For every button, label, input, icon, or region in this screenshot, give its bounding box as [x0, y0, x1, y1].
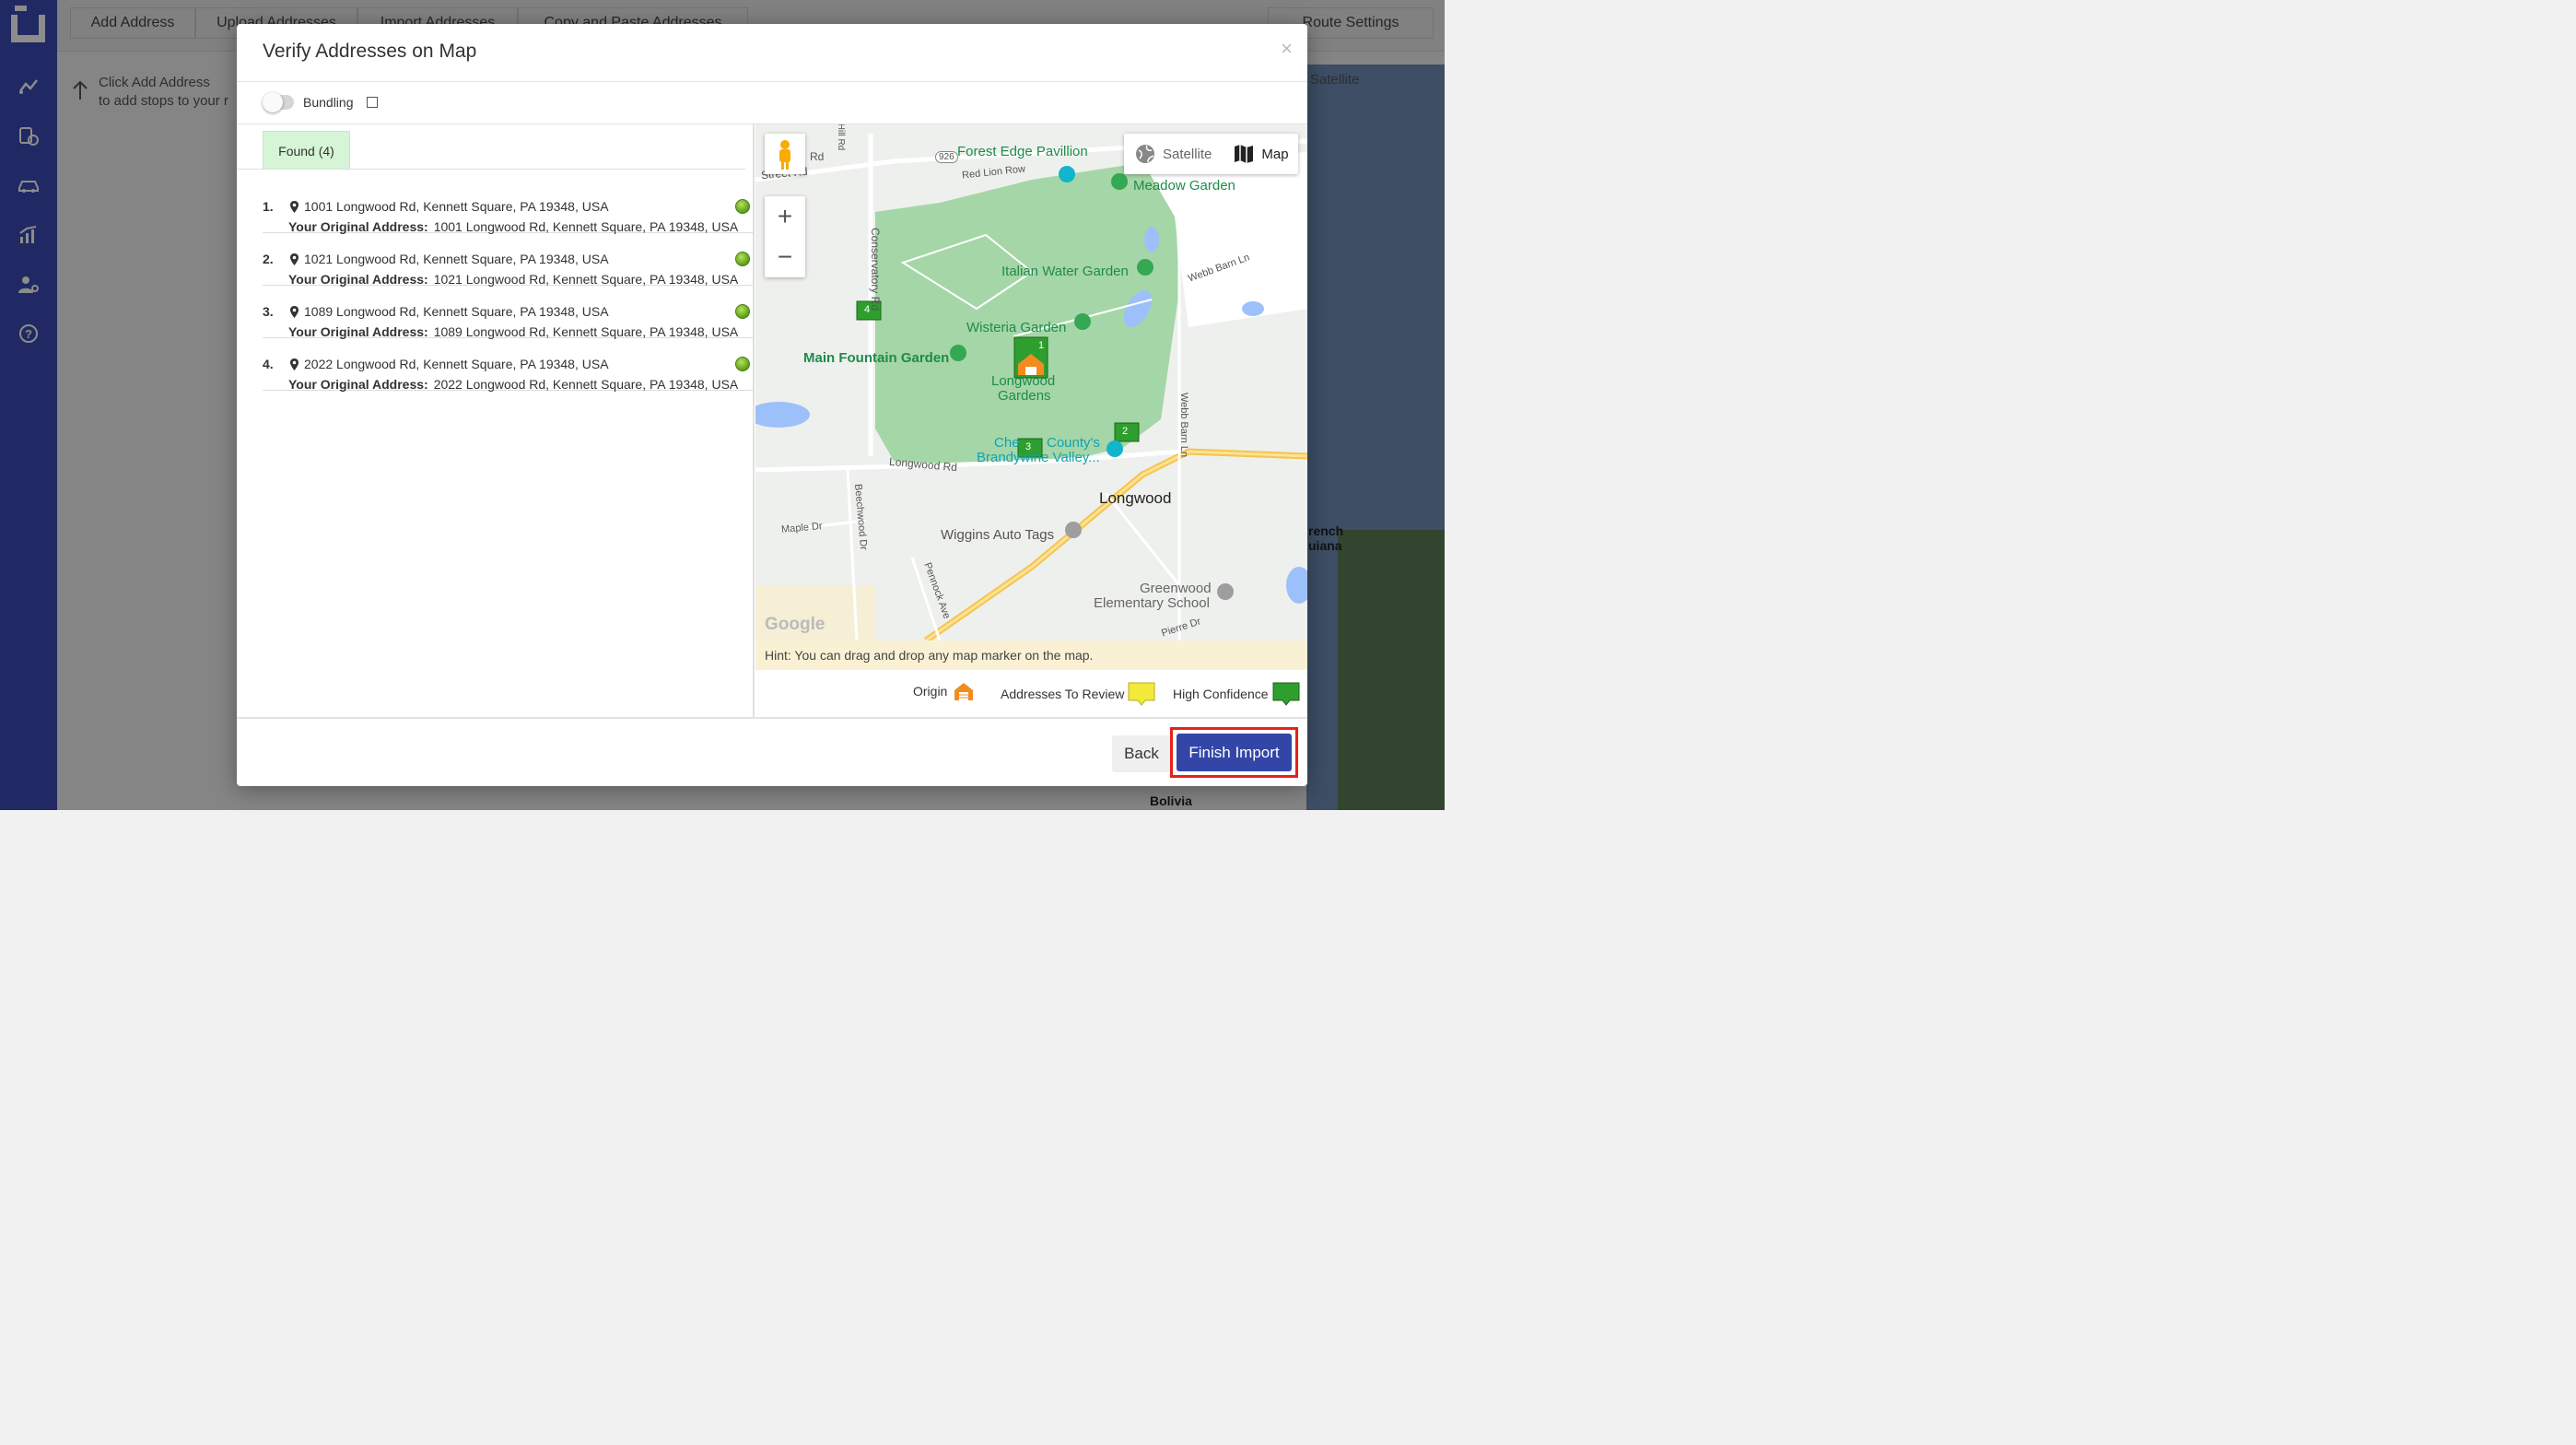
- zoom-controls: + −: [765, 196, 805, 277]
- origin-house-icon: [954, 683, 974, 700]
- label-county-2: County's: [1047, 435, 1100, 451]
- original-address-text: 1089 Longwood Rd, Kennett Square, PA 193…: [433, 324, 739, 339]
- label-hill-rd: Hill Rd: [836, 124, 847, 151]
- legend-high-confidence: High Confidence: [1173, 682, 1300, 706]
- map-button[interactable]: Map: [1223, 134, 1299, 174]
- label-rd: Rd: [810, 150, 825, 163]
- original-address: Your Original Address: 2022 Longwood Rd, …: [288, 377, 738, 392]
- finish-import-button[interactable]: Finish Import: [1177, 734, 1292, 771]
- address-text: 2022 Longwood Rd, Kennett Square, PA 193…: [304, 357, 609, 371]
- list-item[interactable]: 3. 1089 Longwood Rd, Kennett Square, PA …: [263, 286, 754, 339]
- address-list-panel: Found (4) 1. 1001 Longwood Rd, Kennett S…: [237, 124, 755, 717]
- modal-title: Verify Addresses on Map: [263, 41, 477, 62]
- footer-divider: [237, 717, 1307, 719]
- legend-review: Addresses To Review: [1001, 682, 1155, 706]
- bundling-checkbox[interactable]: [366, 97, 378, 108]
- original-address: Your Original Address: 1021 Longwood Rd, …: [288, 272, 738, 287]
- label-county-1: Che: [994, 435, 1020, 451]
- address-text: 1021 Longwood Rd, Kennett Square, PA 193…: [304, 252, 609, 266]
- satellite-label: Satellite: [1163, 146, 1212, 162]
- original-address: Your Original Address: 1001 Longwood Rd, …: [288, 219, 738, 234]
- globe-icon: [1136, 145, 1154, 163]
- confidence-indicator: [735, 357, 750, 371]
- street-view-pegman[interactable]: [765, 134, 805, 174]
- modal-header-divider: [237, 81, 1307, 82]
- map-icon: [1235, 145, 1254, 163]
- address-text: 1001 Longwood Rd, Kennett Square, PA 193…: [304, 199, 609, 214]
- map-type-control: Satellite Map: [1124, 134, 1298, 174]
- original-address-text: 2022 Longwood Rd, Kennett Square, PA 193…: [433, 377, 739, 392]
- label-forest-edge: Forest Edge Pavillion: [957, 144, 1088, 159]
- label-greenwood-1: Greenwood: [1140, 581, 1212, 596]
- map-label: Map: [1261, 146, 1289, 162]
- map-pin-icon: [290, 253, 299, 265]
- address-number: 1.: [263, 199, 274, 214]
- map-view[interactable]: 1 2 3 4 Forest Edge Pavillion Meadow Gar…: [755, 124, 1307, 640]
- label-main-fountain: Main Fountain Garden: [803, 350, 950, 366]
- review-marker-icon: [1128, 682, 1155, 706]
- map-legend: Origin Addresses To Review High Confiden…: [755, 676, 1307, 710]
- tab-found[interactable]: Found (4): [263, 131, 350, 170]
- zoom-in-button[interactable]: +: [765, 196, 805, 237]
- map-hint: Hint: You can drag and drop any map mark…: [755, 640, 1307, 670]
- marker-1-label[interactable]: 1: [1038, 340, 1044, 351]
- map-pin-icon: [290, 200, 299, 213]
- high-confidence-marker-icon: [1272, 682, 1300, 706]
- address-line: 2022 Longwood Rd, Kennett Square, PA 193…: [290, 357, 609, 371]
- zoom-out-button[interactable]: −: [765, 237, 805, 277]
- label-longwood-gardens-1: Longwood: [991, 373, 1056, 389]
- original-address-label: Your Original Address:: [288, 377, 428, 392]
- close-icon[interactable]: ×: [1281, 37, 1293, 61]
- pegman-icon: [779, 140, 790, 170]
- list-item[interactable]: 4. 2022 Longwood Rd, Kennett Square, PA …: [263, 338, 754, 392]
- legend-origin: Origin: [913, 682, 975, 700]
- google-logo: Google: [765, 615, 825, 634]
- address-number: 2.: [263, 252, 274, 266]
- tab-divider: [237, 169, 745, 170]
- list-item[interactable]: 1. 1001 Longwood Rd, Kennett Square, PA …: [263, 181, 754, 234]
- label-greenwood-2: Elementary School: [1094, 595, 1210, 611]
- confidence-indicator: [735, 304, 750, 319]
- confidence-indicator: [735, 252, 750, 266]
- address-number: 4.: [263, 357, 274, 371]
- label-brandywine: Brandywine Valley...: [977, 450, 1100, 465]
- address-number: 3.: [263, 304, 274, 319]
- map-pin-icon: [290, 305, 299, 318]
- bundling-label: Bundling: [303, 95, 354, 110]
- back-button[interactable]: Back: [1112, 735, 1171, 772]
- original-address-label: Your Original Address:: [288, 272, 428, 287]
- list-item[interactable]: 2. 1021 Longwood Rd, Kennett Square, PA …: [263, 233, 754, 287]
- legend-review-label: Addresses To Review: [1001, 687, 1125, 701]
- label-meadow: Meadow Garden: [1133, 178, 1235, 194]
- address-line: 1021 Longwood Rd, Kennett Square, PA 193…: [290, 252, 609, 266]
- map-pin-icon: [290, 358, 299, 370]
- finish-import-highlight: Finish Import: [1170, 727, 1298, 778]
- legend-origin-label: Origin: [913, 684, 948, 699]
- label-route-926: 926: [935, 151, 958, 163]
- label-wisteria: Wisteria Garden: [966, 320, 1067, 335]
- address-line: 1001 Longwood Rd, Kennett Square, PA 193…: [290, 199, 609, 214]
- original-address-text: 1021 Longwood Rd, Kennett Square, PA 193…: [433, 272, 739, 287]
- original-address: Your Original Address: 1089 Longwood Rd, …: [288, 324, 738, 339]
- label-conservatory-rd: Conservatory Rd: [869, 227, 883, 311]
- label-longwood-gardens-2: Gardens: [998, 388, 1051, 404]
- original-address-label: Your Original Address:: [288, 219, 428, 234]
- toggle-knob: [263, 92, 283, 112]
- satellite-button[interactable]: Satellite: [1124, 134, 1223, 174]
- verify-addresses-modal: Verify Addresses on Map × Bundling Found…: [237, 24, 1307, 786]
- original-address-text: 1001 Longwood Rd, Kennett Square, PA 193…: [433, 219, 739, 234]
- label-wiggins: Wiggins Auto Tags: [941, 527, 1055, 543]
- original-address-label: Your Original Address:: [288, 324, 428, 339]
- bundling-toggle[interactable]: [263, 92, 294, 112]
- marker-2-label[interactable]: 2: [1122, 426, 1128, 437]
- confidence-indicator: [735, 199, 750, 214]
- address-line: 1089 Longwood Rd, Kennett Square, PA 193…: [290, 304, 609, 319]
- label-italian: Italian Water Garden: [1001, 264, 1129, 279]
- label-longwood: Longwood: [1099, 489, 1172, 507]
- address-text: 1089 Longwood Rd, Kennett Square, PA 193…: [304, 304, 609, 319]
- bundling-row: Bundling: [263, 92, 378, 112]
- label-webb-barn-vertical: Webb Barn Ln: [1178, 392, 1190, 458]
- legend-high-label: High Confidence: [1173, 687, 1269, 701]
